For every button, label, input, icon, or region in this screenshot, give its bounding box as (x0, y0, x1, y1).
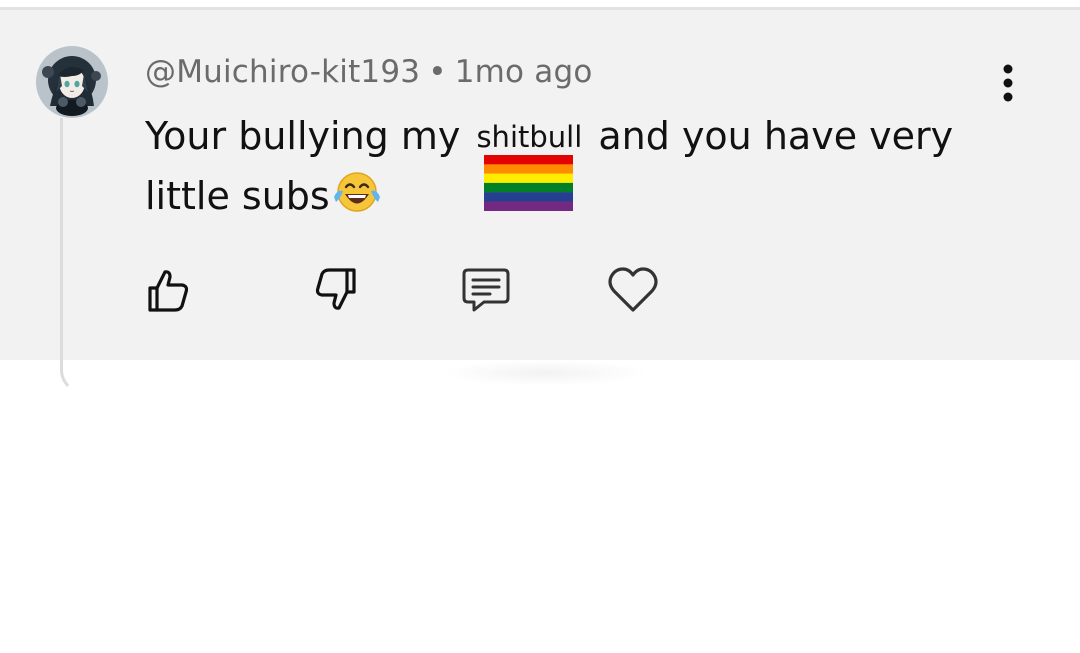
laughing-emoji-icon (332, 169, 382, 232)
thumbs-down-icon (315, 268, 356, 310)
avatar-image (36, 46, 108, 118)
reply-button[interactable] (458, 262, 514, 318)
heart-icon (608, 267, 658, 312)
rainbow-flag-icon (484, 155, 573, 211)
comment-small-word: shitbull (476, 120, 583, 154)
comment-meta: @Muichiro-kit193 • 1mo ago (145, 50, 593, 94)
like-button[interactable] (140, 262, 196, 318)
comment-actions (0, 262, 1080, 322)
heart-button[interactable] (605, 262, 661, 318)
meta-separator: • (428, 54, 447, 90)
timestamp: 1mo ago (454, 54, 593, 90)
comment-text-line2: little subs (145, 174, 330, 218)
thumbs-up-icon (148, 270, 189, 312)
rainbow-flag-sticker (484, 155, 573, 211)
more-options-button[interactable] (990, 58, 1026, 108)
avatar[interactable] (36, 46, 108, 118)
more-vertical-icon (1003, 64, 1013, 102)
comment-text-part2: and you have very (598, 114, 954, 158)
comment-line-2: little subs (145, 166, 382, 232)
thread-line (60, 118, 86, 394)
scroll-shadow (440, 360, 650, 386)
comment-text-part1: Your bullying my (145, 114, 461, 158)
dislike-button[interactable] (308, 262, 364, 318)
username[interactable]: @Muichiro-kit193 (145, 54, 420, 90)
screen: @Muichiro-kit193 • 1mo ago Your bullying m… (0, 0, 1080, 653)
comment-icon (462, 268, 510, 312)
